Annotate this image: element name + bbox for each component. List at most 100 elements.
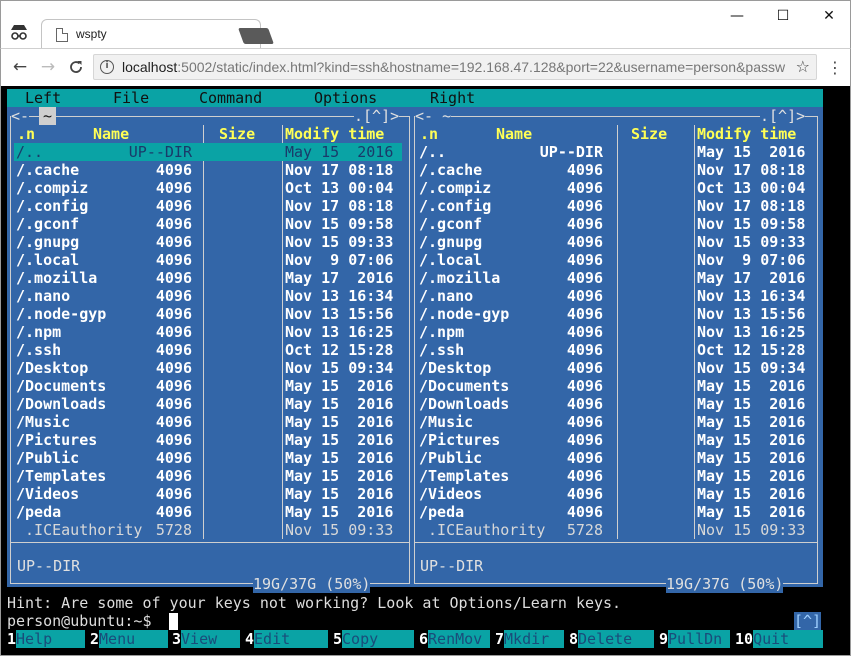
- file-row[interactable]: /Pictures 4096 May 15 2016: [417, 431, 813, 449]
- file-row[interactable]: /Downloads 4096 May 15 2016: [417, 395, 813, 413]
- file-name: /.ssh: [16, 341, 62, 359]
- minimize-button[interactable]: —: [727, 7, 747, 25]
- file-row[interactable]: /.compiz 4096 Oct 13 00:04: [417, 179, 813, 197]
- col-name[interactable]: Name: [93, 125, 129, 143]
- file-row[interactable]: /Music 4096 May 15 2016: [14, 413, 402, 431]
- file-row[interactable]: /.mozilla 4096 May 17 2016: [417, 269, 813, 287]
- file-row[interactable]: .ICEauthority 5728 Nov 15 09:33: [417, 521, 813, 539]
- fn-key-edit[interactable]: 4Edit: [245, 630, 329, 648]
- col-n[interactable]: .n: [420, 125, 438, 143]
- right-panel-path[interactable]: <- ~: [415, 107, 452, 125]
- file-row[interactable]: /Templates 4096 May 15 2016: [14, 467, 402, 485]
- file-row[interactable]: /.gnupg 4096 Nov 15 09:33: [14, 233, 402, 251]
- file-row[interactable]: /.local 4096 Nov 9 07:06: [417, 251, 813, 269]
- file-row[interactable]: /peda 4096 May 15 2016: [14, 503, 402, 521]
- file-row[interactable]: /.config 4096 Nov 17 08:18: [14, 197, 402, 215]
- fn-key-view[interactable]: 3View: [172, 630, 241, 648]
- fn-key-pulldn[interactable]: 9PullDn: [659, 630, 731, 648]
- fn-key-number: 4: [245, 630, 255, 648]
- file-row[interactable]: /.gnupg 4096 Nov 15 09:33: [417, 233, 813, 251]
- address-bar[interactable]: i localhost:5002/static/index.html?kind=…: [93, 54, 817, 80]
- forward-button[interactable]: →: [37, 56, 59, 78]
- menu-right[interactable]: Right: [430, 89, 475, 107]
- file-row[interactable]: /.local 4096 Nov 9 07:06: [14, 251, 402, 269]
- browser-menu-icon[interactable]: ⋮: [827, 58, 843, 78]
- close-window-button[interactable]: ✕: [819, 7, 839, 25]
- file-row[interactable]: /Downloads 4096 May 15 2016: [14, 395, 402, 413]
- file-row[interactable]: /.cache 4096 Nov 17 08:18: [417, 161, 813, 179]
- subshell-indicator[interactable]: [^]: [794, 612, 822, 630]
- file-row[interactable]: /Desktop 4096 Nov 15 09:34: [417, 359, 813, 377]
- file-row[interactable]: /.cache 4096 Nov 17 08:18: [14, 161, 402, 179]
- left-panel-nav-arrow[interactable]: <-: [11, 107, 30, 125]
- reload-button[interactable]: [65, 56, 87, 78]
- info-icon[interactable]: i: [100, 60, 114, 74]
- col-name[interactable]: Name: [496, 125, 532, 143]
- file-size: 4096: [566, 215, 603, 233]
- col-modify[interactable]: Modify time: [697, 125, 796, 143]
- fn-key-mkdir[interactable]: 7Mkdir: [495, 630, 565, 648]
- file-row[interactable]: /.mozilla 4096 May 17 2016: [14, 269, 402, 287]
- file-row[interactable]: /.nano 4096 Nov 13 16:34: [14, 287, 402, 305]
- menu-command[interactable]: Command: [199, 89, 262, 107]
- col-size[interactable]: Size: [631, 125, 667, 143]
- file-row[interactable]: /.config 4096 Nov 17 08:18: [417, 197, 813, 215]
- file-row[interactable]: /.npm 4096 Nov 13 16:25: [417, 323, 813, 341]
- col-n[interactable]: .n: [17, 125, 35, 143]
- left-panel-history[interactable]: .[^]>: [354, 107, 400, 125]
- col-modify[interactable]: Modify time: [285, 125, 384, 143]
- file-row[interactable]: /Documents 4096 May 15 2016: [14, 377, 402, 395]
- file-name: /.config: [16, 197, 89, 215]
- file-row[interactable]: /Music 4096 May 15 2016: [417, 413, 813, 431]
- file-row[interactable]: /.npm 4096 Nov 13 16:25: [14, 323, 402, 341]
- menu-file[interactable]: File: [113, 89, 149, 107]
- right-panel[interactable]: <- ~ .[^]> .n Name Size Modify time /.. U…: [410, 107, 823, 593]
- bookmark-star-icon[interactable]: ☆: [796, 57, 810, 76]
- fn-key-help[interactable]: 1Help: [7, 630, 86, 648]
- file-row[interactable]: /Templates 4096 May 15 2016: [417, 467, 813, 485]
- file-row[interactable]: /.gconf 4096 Nov 15 09:58: [14, 215, 402, 233]
- menu-options[interactable]: Options: [314, 89, 377, 107]
- file-row[interactable]: /Videos 4096 May 15 2016: [14, 485, 402, 503]
- fn-key-quit[interactable]: 10Quit: [735, 630, 824, 648]
- fn-key-renmov[interactable]: 6RenMov: [419, 630, 491, 648]
- col-size[interactable]: Size: [219, 125, 255, 143]
- file-row[interactable]: /Public 4096 May 15 2016: [417, 449, 813, 467]
- new-tab-button[interactable]: [238, 28, 274, 44]
- file-row[interactable]: /Documents 4096 May 15 2016: [417, 377, 813, 395]
- file-row[interactable]: .ICEauthority 5728 Nov 15 09:33: [14, 521, 402, 539]
- shell-prompt[interactable]: person@ubuntu:~$: [7, 612, 152, 630]
- file-size: 4096: [155, 341, 192, 359]
- file-row[interactable]: /.ssh 4096 Oct 12 15:28: [417, 341, 813, 359]
- file-row[interactable]: /.ssh 4096 Oct 12 15:28: [14, 341, 402, 359]
- file-row[interactable]: /Pictures 4096 May 15 2016: [14, 431, 402, 449]
- maximize-button[interactable]: ☐: [773, 7, 793, 25]
- left-panel-path[interactable]: ~: [39, 107, 57, 125]
- right-panel-history[interactable]: .[^]>: [760, 107, 806, 125]
- fn-key-delete[interactable]: 8Delete: [569, 630, 655, 648]
- file-name: .ICEauthority: [16, 521, 143, 539]
- menu-left[interactable]: Left: [25, 89, 61, 107]
- file-row[interactable]: /Videos 4096 May 15 2016: [417, 485, 813, 503]
- file-row[interactable]: /.. UP--DIR May 15 2016: [14, 143, 402, 161]
- fn-key-copy[interactable]: 5Copy: [333, 630, 415, 648]
- file-row[interactable]: /.node-gyp 4096 Nov 13 15:56: [417, 305, 813, 323]
- file-row[interactable]: /Public 4096 May 15 2016: [14, 449, 402, 467]
- file-name: /Documents: [16, 377, 107, 395]
- file-row[interactable]: /peda 4096 May 15 2016: [417, 503, 813, 521]
- terminal-screen[interactable]: Left File Command Options Right <- ~ .[^…: [0, 86, 851, 656]
- file-row[interactable]: /.node-gyp 4096 Nov 13 15:56: [14, 305, 402, 323]
- file-modified: May 15 2016: [285, 395, 394, 413]
- file-row[interactable]: /.nano 4096 Nov 13 16:34: [417, 287, 813, 305]
- mc-menubar: Left File Command Options Right: [7, 89, 823, 107]
- file-row[interactable]: /.compiz 4096 Oct 13 00:04: [14, 179, 402, 197]
- file-name: /Desktop: [16, 359, 89, 377]
- file-row[interactable]: /.. UP--DIR May 15 2016: [417, 143, 813, 161]
- left-panel[interactable]: <- ~ .[^]> .n Name Size Modify time /.. U…: [7, 107, 416, 593]
- fn-key-menu[interactable]: 2Menu: [90, 630, 169, 648]
- tab-wspty[interactable]: wspty ×: [41, 19, 261, 49]
- file-row[interactable]: /Desktop 4096 Nov 15 09:34: [14, 359, 402, 377]
- back-button[interactable]: ←: [9, 56, 31, 78]
- url-text[interactable]: localhost:5002/static/index.html?kind=ss…: [122, 59, 792, 75]
- file-row[interactable]: /.gconf 4096 Nov 15 09:58: [417, 215, 813, 233]
